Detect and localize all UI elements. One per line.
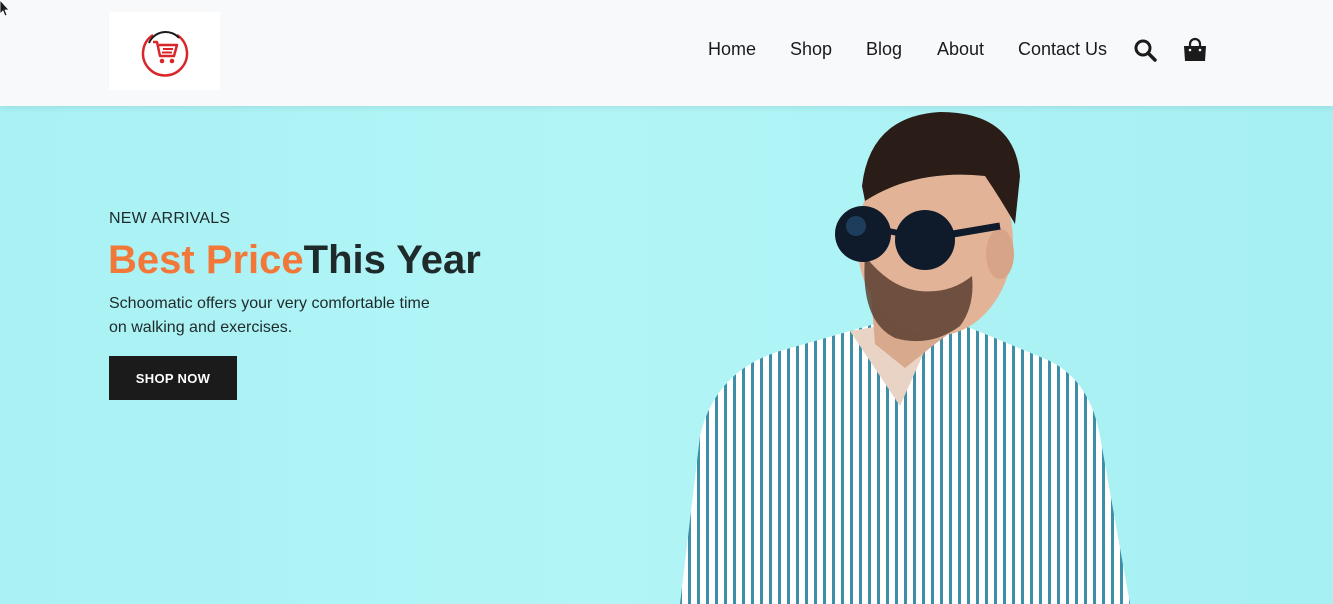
mouse-cursor-icon bbox=[0, 0, 10, 17]
headline-rest: This Year bbox=[303, 238, 481, 282]
nav-blog[interactable]: Blog bbox=[866, 39, 902, 60]
hero-eyebrow: NEW ARRIVALS bbox=[109, 210, 231, 227]
shop-now-button[interactable]: SHOP NOW bbox=[109, 356, 237, 400]
site-logo[interactable] bbox=[109, 12, 220, 90]
nav-contact-us[interactable]: Contact Us bbox=[1018, 39, 1107, 60]
hero-description-line-2: on walking and exercises. bbox=[109, 319, 293, 336]
shopping-cart-logo-icon bbox=[141, 31, 188, 77]
search-icon[interactable] bbox=[1133, 38, 1157, 62]
hero-model-image bbox=[680, 112, 1130, 604]
headline-accent: Best Price bbox=[108, 238, 304, 282]
hero-description: Schoomatic offers your very comfortable … bbox=[109, 292, 449, 340]
nav-about[interactable]: About bbox=[937, 39, 984, 60]
hero-headline: Best PriceThis Year bbox=[108, 236, 481, 284]
shopping-bag-icon[interactable] bbox=[1183, 37, 1207, 63]
nav-shop[interactable]: Shop bbox=[790, 39, 832, 60]
hero-description-line-1: Schoomatic offers your very comfortable … bbox=[109, 295, 430, 312]
nav-home[interactable]: Home bbox=[708, 39, 756, 60]
site-header: Home Shop Blog About Contact Us bbox=[0, 0, 1333, 106]
